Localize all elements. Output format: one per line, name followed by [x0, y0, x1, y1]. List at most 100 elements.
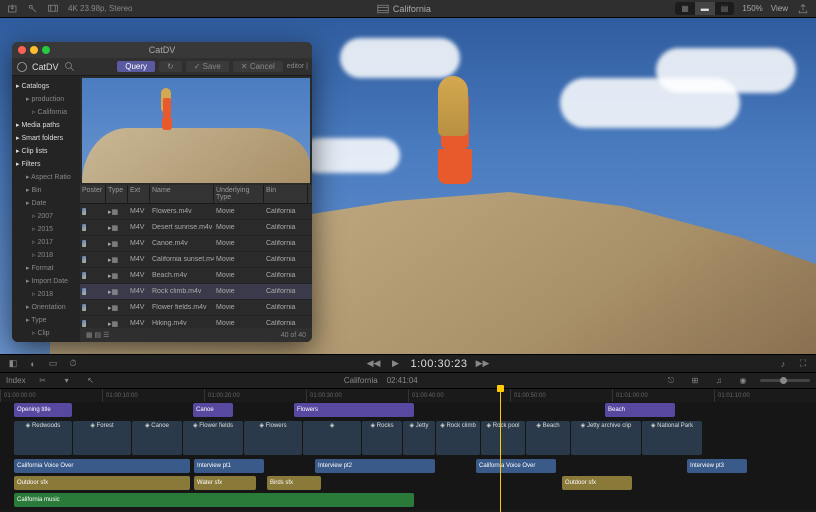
clip[interactable]: Water sfx: [194, 476, 256, 490]
cursor-icon[interactable]: ↖: [84, 374, 98, 388]
close-icon[interactable]: [18, 46, 26, 54]
timeline-tracks[interactable]: Opening title Canoe Flowers Beach ◈ Redwood…: [0, 402, 816, 510]
window-controls[interactable]: [18, 46, 50, 54]
clip[interactable]: California Voice Over: [476, 459, 556, 473]
tree-item[interactable]: ▸ Bin: [12, 184, 80, 197]
clip[interactable]: Beach: [605, 403, 675, 417]
catdv-tree[interactable]: ▸ Catalogs▸ production▹ California▸ Medi…: [12, 76, 80, 342]
clip[interactable]: Interview pt1: [194, 459, 264, 473]
view-mode-icons[interactable]: ▦ ▤ ☰: [86, 331, 109, 339]
cancel-button[interactable]: ✕ Cancel: [233, 61, 283, 72]
play-icon[interactable]: ▶: [389, 357, 403, 371]
marker-icon[interactable]: ▾: [60, 374, 74, 388]
appearance-icon[interactable]: ◐: [26, 357, 40, 371]
skimming-icon[interactable]: ⎋: [664, 374, 678, 388]
snap-icon[interactable]: ⊞: [688, 374, 702, 388]
clip[interactable]: California music: [14, 493, 414, 507]
solo-icon[interactable]: ◉: [736, 374, 750, 388]
clip[interactable]: Birds sfx: [267, 476, 321, 490]
keyword-icon[interactable]: [26, 2, 40, 16]
trim-icon[interactable]: ✂: [36, 374, 50, 388]
clip[interactable]: ◈ Rock climb: [436, 421, 480, 455]
clip[interactable]: Canoe: [193, 403, 233, 417]
table-row[interactable]: ▸▦M4VCalifornia sunset.m4vMovieCaliforni…: [80, 252, 312, 268]
tree-item[interactable]: ▸ Media paths: [12, 119, 80, 132]
retime-icon[interactable]: ⏱: [66, 357, 80, 371]
clip[interactable]: Interview pt3: [687, 459, 747, 473]
audio-skim-icon[interactable]: ♫: [712, 374, 726, 388]
tree-item[interactable]: ▸ Catalogs: [12, 80, 80, 93]
import-icon[interactable]: [6, 2, 20, 16]
save-button[interactable]: ✓ Save: [186, 61, 229, 72]
zoom-level[interactable]: 150%: [742, 4, 762, 13]
clip[interactable]: ◈ Jetty: [403, 421, 435, 455]
tree-item[interactable]: ▹ 2015: [12, 223, 80, 236]
tree-item[interactable]: ▸ Filters: [12, 158, 80, 171]
minimize-icon[interactable]: [30, 46, 38, 54]
tree-item[interactable]: ▹ Still: [12, 340, 80, 342]
clip[interactable]: Opening title: [14, 403, 72, 417]
tree-item[interactable]: ▹ 2018: [12, 249, 80, 262]
tree-item[interactable]: ▸ Smart folders: [12, 132, 80, 145]
search-icon[interactable]: [63, 60, 77, 74]
dashboard-icon[interactable]: ◧: [6, 357, 20, 371]
tree-item[interactable]: ▸ Type: [12, 314, 80, 327]
clip[interactable]: California Voice Over: [14, 459, 190, 473]
tree-item[interactable]: ▹ 2018: [12, 288, 80, 301]
viewer[interactable]: CatDV CatDV Query ↻ ✓ Save ✕ Cancel edit…: [0, 18, 816, 354]
tree-item[interactable]: ▹ Clip: [12, 327, 80, 340]
table-row[interactable]: ▸▦M4VHiking.m4vMovieCalifornia: [80, 316, 312, 328]
clip[interactable]: ◈ Forest: [73, 421, 131, 455]
clip[interactable]: ◈ National Park: [642, 421, 702, 455]
range-icon[interactable]: ▭: [46, 357, 60, 371]
prev-icon[interactable]: ◀◀: [367, 357, 381, 371]
next-icon[interactable]: ▶▶: [476, 357, 490, 371]
tree-item[interactable]: ▹ 2017: [12, 236, 80, 249]
clip[interactable]: Outdoor sfx: [14, 476, 190, 490]
tree-item[interactable]: ▸ production: [12, 93, 80, 106]
query-button[interactable]: Query: [117, 61, 155, 72]
clip[interactable]: ◈ Jetty archive clip: [571, 421, 641, 455]
tree-item[interactable]: ▸ Import Date: [12, 275, 80, 288]
table-row[interactable]: ▸▦M4VFlower fields.m4vMovieCalifornia: [80, 300, 312, 316]
index-button[interactable]: Index: [6, 376, 26, 385]
clip[interactable]: ◈ Rocks: [362, 421, 402, 455]
playhead[interactable]: [500, 389, 501, 512]
audio-icon[interactable]: ♪: [776, 357, 790, 371]
timecode[interactable]: 1:00:30:23: [411, 358, 468, 370]
table-row[interactable]: ▸▦M4VDesert sunrise.m4vMovieCalifornia: [80, 220, 312, 236]
tree-item[interactable]: ▸ Date: [12, 197, 80, 210]
tree-item[interactable]: ▸ Orientation: [12, 301, 80, 314]
clip[interactable]: ◈ Flower fields: [183, 421, 243, 455]
table-body[interactable]: ▸▦M4VFlowers.m4vMovieCalifornia▸▦M4VDese…: [80, 204, 312, 328]
tree-item[interactable]: ▸ Format: [12, 262, 80, 275]
background-icon[interactable]: [46, 2, 60, 16]
table-row[interactable]: ▸▦M4VFlowers.m4vMovieCalifornia: [80, 204, 312, 220]
tree-item[interactable]: ▸ Clip lists: [12, 145, 80, 158]
view-menu[interactable]: View: [771, 4, 788, 13]
clip[interactable]: ◈ Beach: [526, 421, 570, 455]
clip[interactable]: ◈ Rock pool: [481, 421, 525, 455]
clip[interactable]: Flowers: [294, 403, 414, 417]
fullscreen-icon[interactable]: ⛶: [796, 357, 810, 371]
clip[interactable]: ◈ Canoe: [132, 421, 182, 455]
clip[interactable]: ◈ Redwoods: [14, 421, 72, 455]
zoom-slider[interactable]: [760, 379, 810, 382]
zoom-icon[interactable]: [42, 46, 50, 54]
tree-item[interactable]: ▸ Aspect Ratio: [12, 171, 80, 184]
refresh-button[interactable]: ↻: [159, 61, 182, 72]
tree-item[interactable]: ▹ California: [12, 106, 80, 119]
clip[interactable]: ◈ Flowers: [244, 421, 302, 455]
clip[interactable]: Interview pt2: [315, 459, 435, 473]
timeline-ruler[interactable]: 01:00:00:0001:00:10:0001:00:20:0001:00:3…: [0, 388, 816, 402]
preview-thumb[interactable]: [82, 78, 310, 183]
clip[interactable]: ◈: [303, 421, 361, 455]
table-row[interactable]: ▸▦M4VCanoe.m4vMovieCalifornia: [80, 236, 312, 252]
table-row[interactable]: ▸▦M4VBeach.m4vMovieCalifornia: [80, 268, 312, 284]
clip[interactable]: Outdoor sfx: [562, 476, 632, 490]
share-icon[interactable]: [796, 2, 810, 16]
table-row[interactable]: ▸▦M4VRock climb.m4vMovieCalifornia: [80, 284, 312, 300]
catdv-titlebar[interactable]: CatDV: [12, 42, 312, 58]
tree-item[interactable]: ▹ 2007: [12, 210, 80, 223]
layout-segmented[interactable]: ▦▬▤: [675, 2, 734, 15]
